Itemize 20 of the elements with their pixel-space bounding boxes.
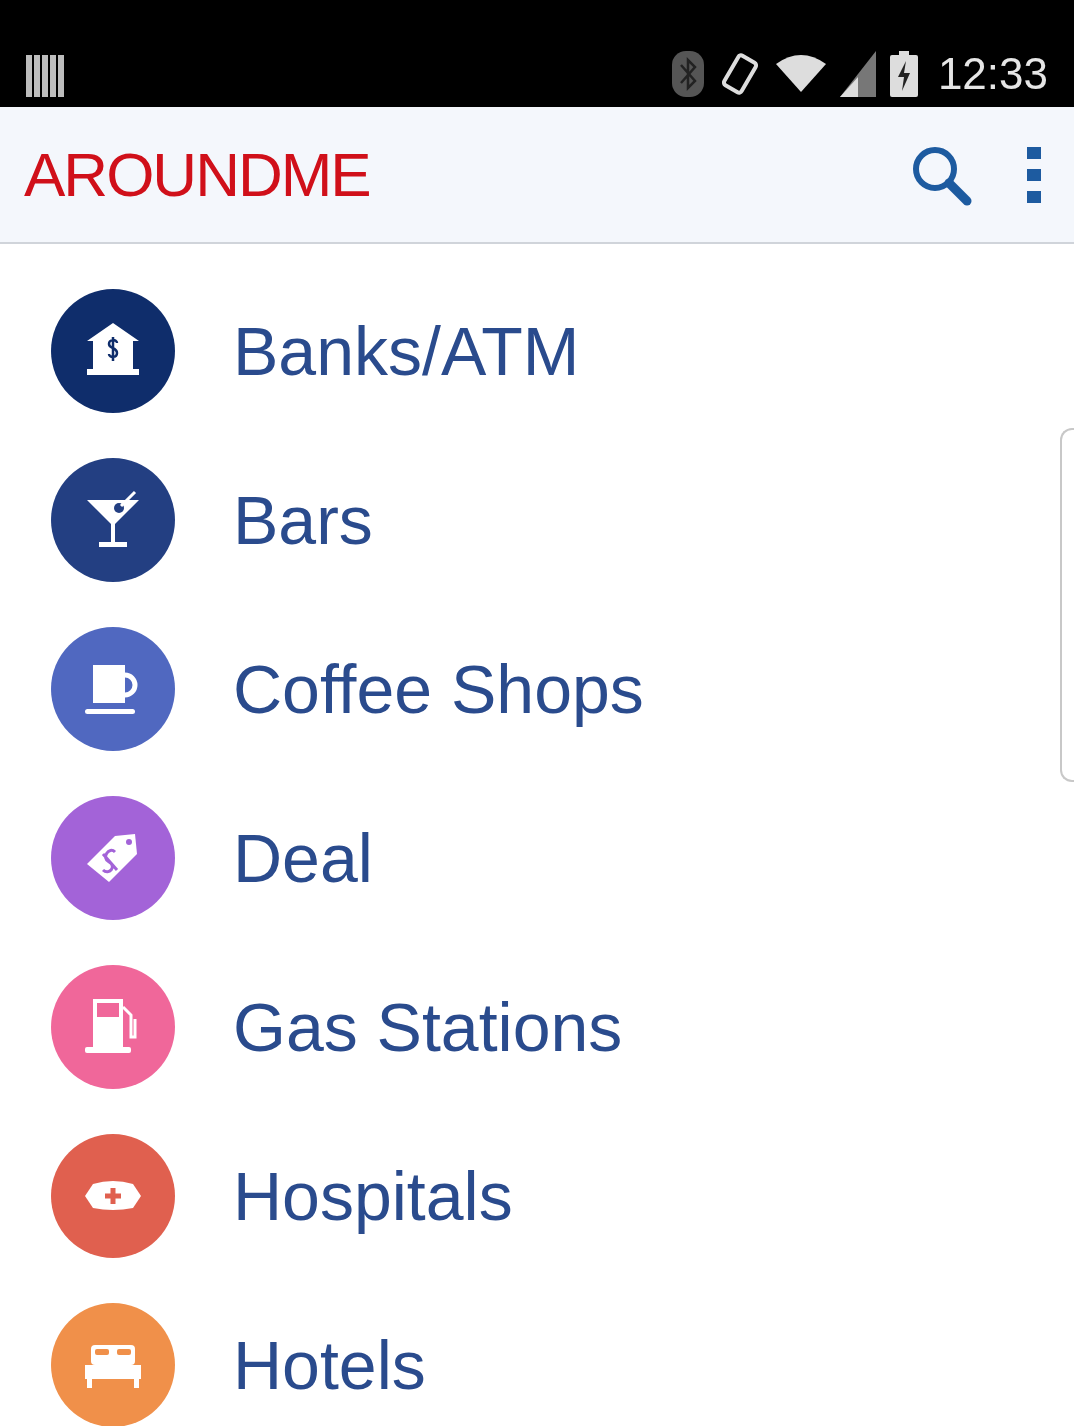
category-item[interactable]: Banks/ATM [0,266,1074,435]
category-item[interactable]: Bars [0,435,1074,604]
signal-icon [839,51,876,97]
battery-charging-icon [889,51,918,97]
category-item[interactable]: Hospitals [0,1111,1074,1280]
bluetooth-icon [671,51,704,97]
overflow-menu-button[interactable] [1024,144,1044,205]
category-item[interactable]: Hotels [0,1280,1074,1426]
barcode-icon [26,55,64,97]
category-item[interactable]: Coffee Shops [0,604,1074,773]
wifi-icon [775,54,826,94]
category-label: Banks/ATM [233,316,580,385]
app-logo: AROUNDME [24,143,370,206]
category-label: Bars [233,485,373,554]
category-label: Deal [233,823,373,892]
category-label: Gas Stations [233,992,623,1061]
category-label: Hotels [233,1330,426,1399]
clock-time: 12:33 [937,52,1048,96]
category-item[interactable]: Deal [0,773,1074,942]
category-item[interactable]: Gas Stations [0,942,1074,1111]
